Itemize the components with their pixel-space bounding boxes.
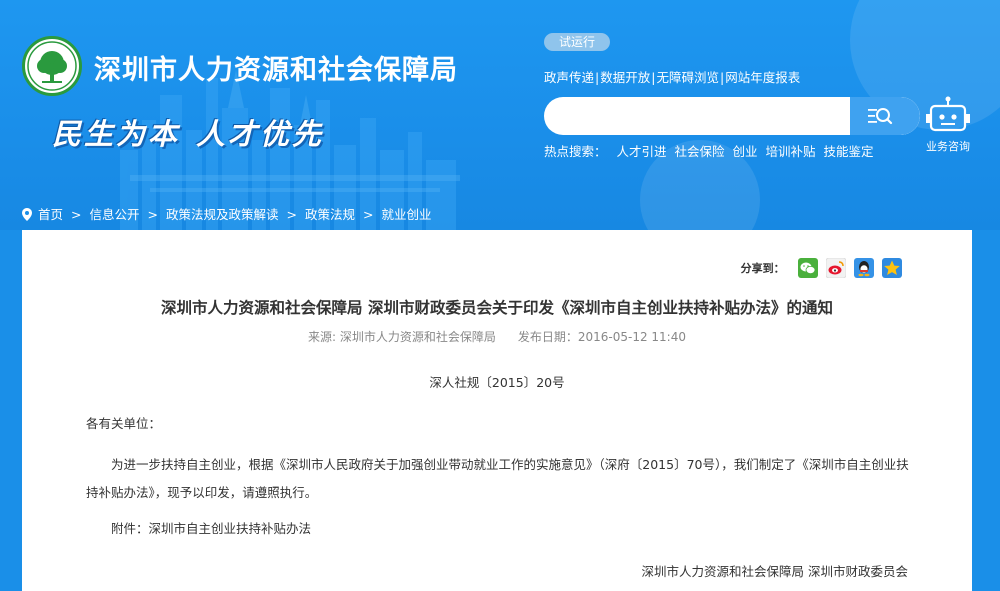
article-title: 深圳市人力资源和社会保障局 深圳市财政委员会关于印发《深圳市自主创业扶持补贴办法…	[161, 299, 833, 317]
trial-run-badge: 试运行	[544, 33, 610, 51]
hot-search-item[interactable]: 人才引进	[617, 144, 667, 159]
hot-search-item[interactable]: 创业	[733, 144, 758, 159]
weibo-icon[interactable]	[826, 258, 847, 278]
article-attachment: 附件：深圳市自主创业扶持补贴办法	[111, 521, 312, 536]
qzone-icon[interactable]	[882, 258, 902, 278]
breadcrumb-separator: >	[71, 207, 82, 222]
breadcrumb-employment-entrepreneurship[interactable]: 就业创业	[382, 207, 432, 222]
document-number: 深人社规〔2015〕20号	[429, 375, 565, 390]
business-consult-button[interactable]: 业务咨询	[920, 96, 976, 154]
search-input[interactable]	[544, 97, 849, 135]
hot-search-item[interactable]: 技能鉴定	[824, 144, 874, 159]
breadcrumb-separator: >	[363, 207, 374, 222]
breadcrumb: 首页 > 信息公开 > 政策法规及政策解读 > 政策法规 > 就业创业	[22, 204, 432, 223]
business-consult-label: 业务咨询	[926, 140, 970, 153]
hot-search-item[interactable]: 社会保险	[675, 144, 725, 159]
article-signature: 深圳市人力资源和社会保障局 深圳市财政委员会	[641, 564, 908, 579]
bureau-logo[interactable]	[22, 36, 82, 96]
share-label: 分享到：	[740, 262, 785, 275]
hot-search-item[interactable]: 培训补贴	[766, 144, 816, 159]
top-link-separator: |	[595, 70, 600, 85]
breadcrumb-home[interactable]: 首页	[38, 207, 63, 222]
wechat-icon[interactable]	[798, 258, 819, 278]
search-button[interactable]	[850, 97, 920, 135]
search-box	[544, 97, 920, 135]
article-salutation: 各有关单位：	[86, 416, 162, 431]
breadcrumb-info-disclosure[interactable]: 信息公开	[90, 207, 140, 222]
qq-icon[interactable]	[854, 258, 875, 278]
top-link-open-data[interactable]: 数据开放	[600, 70, 650, 85]
slogan-left: 民生为本	[52, 117, 181, 151]
top-link-separator: |	[719, 70, 725, 85]
breadcrumb-separator: >	[286, 207, 297, 222]
breadcrumb-policy-regulations[interactable]: 政策法规	[305, 207, 355, 222]
slogan-right: 人才优先	[196, 117, 325, 151]
article-meta: 来源: 深圳市人力资源和社会保障局 发布日期：2016-05-12 11:40	[22, 328, 972, 345]
article-body-paragraph: 为进一步扶持自主创业，根据《深圳市人民政府关于加强创业带动就业工作的实施意见》（…	[86, 457, 909, 500]
top-links: 政声传递|数据开放|无障碍浏览|网站年度报表	[544, 67, 800, 86]
article-source: 来源: 深圳市人力资源和社会保障局	[308, 330, 496, 344]
location-pin-icon	[22, 208, 32, 221]
tree-logo-icon	[27, 41, 77, 91]
top-link-policy-voice[interactable]: 政声传递	[544, 70, 594, 85]
hot-search-label: 热点搜索：	[544, 144, 607, 159]
site-title: 深圳市人力资源和社会保障局	[94, 55, 458, 86]
robot-icon	[926, 96, 970, 132]
hot-search: 热点搜索： 人才引进 社会保险 创业 培训补贴 技能鉴定	[544, 141, 878, 160]
top-link-annual-report[interactable]: 网站年度报表	[725, 70, 800, 85]
breadcrumb-separator: >	[147, 207, 158, 222]
top-link-accessibility[interactable]: 无障碍浏览	[656, 70, 719, 85]
article-publish-date: 发布日期：2016-05-12 11:40	[517, 330, 686, 344]
article-panel: 分享到： 深圳市人力资源和社会保障局 深圳市财政委员会关于印发《深圳市自主创业扶…	[22, 230, 972, 591]
site-header: 深圳市人力资源和社会保障局 民生为本 人才优先 试运行 政声传递|数据开放|无障…	[0, 0, 1000, 230]
breadcrumb-policy-interpretation[interactable]: 政策法规及政策解读	[166, 207, 279, 222]
share-bar: 分享到：	[741, 258, 902, 278]
search-icon	[868, 108, 893, 125]
top-link-separator: |	[651, 70, 656, 85]
